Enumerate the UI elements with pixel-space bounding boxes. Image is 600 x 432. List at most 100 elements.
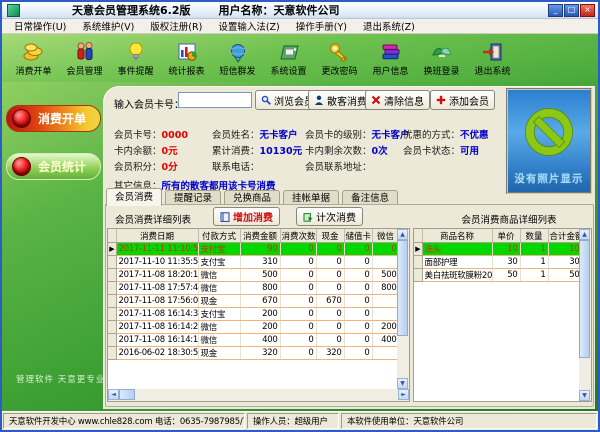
sidebar-button-billing[interactable]: 消费开单 [6, 105, 101, 132]
table-cell[interactable]: 50 [548, 269, 582, 282]
table-cell[interactable]: 0 [316, 243, 344, 256]
table-row[interactable]: ▶洗头10110 [414, 243, 582, 256]
toolbar-item-members[interactable]: 会员管理 [59, 34, 110, 84]
column-header[interactable]: 合计金额 [548, 229, 582, 243]
table-cell[interactable]: 0 [344, 334, 372, 347]
table-row[interactable]: 2016-06-02 18:30:58现金32003200 [108, 347, 399, 360]
table-cell[interactable]: 800 [372, 282, 399, 295]
table-cell[interactable]: 0 [316, 256, 344, 269]
table-cell[interactable]: 0 [280, 334, 316, 347]
column-header[interactable]: 商品名称 [422, 229, 492, 243]
table-cell[interactable]: 200 [372, 321, 399, 334]
table-cell[interactable]: 0 [280, 256, 316, 269]
column-header[interactable]: 消费金额 [240, 229, 280, 243]
table-cell[interactable]: 2017-11-08 17:56:07 [116, 295, 198, 308]
table-row[interactable]: 美白祛斑软膜粉20050150 [414, 269, 582, 282]
horizontal-scrollbar[interactable]: ◄ ► [108, 389, 409, 401]
table-row[interactable]: 2017-11-08 18:20:15微信500000500 [108, 269, 399, 282]
table-cell[interactable]: 2017-11-08 16:14:33 [116, 308, 198, 321]
table-row[interactable]: 2017-11-08 17:57:49微信800000800 [108, 282, 399, 295]
table-cell[interactable]: 0 [316, 282, 344, 295]
table-cell[interactable]: 0 [316, 334, 344, 347]
table-cell[interactable]: 美白祛斑软膜粉200 [422, 269, 492, 282]
scroll-up-arrow[interactable]: ▲ [397, 229, 408, 240]
table-cell[interactable]: 310 [240, 256, 280, 269]
table-cell[interactable]: 0 [316, 308, 344, 321]
table-cell[interactable]: 0 [344, 256, 372, 269]
table-cell[interactable]: 面部护理 [422, 256, 492, 269]
table-cell[interactable]: 2016-06-02 18:30:58 [116, 347, 198, 360]
tab-member-consumption[interactable]: 会员消费 [106, 188, 162, 206]
scrollbar-thumb[interactable] [119, 389, 135, 400]
toolbar-item-reminder[interactable]: 事件提醒 [110, 34, 161, 84]
add-member-button[interactable]: 添加会员 [430, 90, 495, 110]
table-cell[interactable]: 支付宝 [198, 308, 240, 321]
menu-daily-ops[interactable]: 日常操作(U) [6, 19, 74, 33]
scroll-down-arrow[interactable]: ▼ [397, 378, 408, 389]
scrollbar-thumb[interactable] [397, 240, 408, 336]
menu-exit[interactable]: 退出系统(Z) [355, 19, 423, 33]
scroll-right-arrow[interactable]: ► [398, 389, 409, 400]
column-header[interactable]: 数量 [520, 229, 548, 243]
table-cell[interactable]: 0 [280, 282, 316, 295]
column-header[interactable]: 消费日期 [116, 229, 198, 243]
toolbar-item-billing[interactable]: 消费开单 [8, 34, 59, 84]
toolbar-item-reports[interactable]: 统计报表 [161, 34, 212, 84]
table-cell[interactable]: 0 [344, 347, 372, 360]
table-cell[interactable]: 微信 [198, 269, 240, 282]
table-cell[interactable]: 200 [240, 321, 280, 334]
table-cell[interactable]: 30 [548, 256, 582, 269]
table-cell[interactable]: 2017-11-08 17:57:49 [116, 282, 198, 295]
table-cell[interactable]: 1 [520, 243, 548, 256]
table-cell[interactable]: 0 [344, 282, 372, 295]
table-cell[interactable]: 0 [280, 295, 316, 308]
table-row[interactable]: 2017-11-08 16:14:12微信400000400 [108, 334, 399, 347]
menu-manual[interactable]: 操作手册(Y) [288, 19, 355, 33]
table-cell[interactable]: 2017-11-08 16:14:24 [116, 321, 198, 334]
vertical-scrollbar[interactable]: ▲ ▼ [397, 229, 409, 389]
toolbar-item-settings[interactable]: 系统设置 [263, 34, 314, 84]
table-cell[interactable] [372, 347, 399, 360]
table-cell[interactable]: 670 [240, 295, 280, 308]
sidebar-button-member-stats[interactable]: 会员统计 [6, 153, 101, 180]
add-consumption-button[interactable]: 增加消费 [213, 207, 280, 226]
table-cell[interactable]: 0 [344, 295, 372, 308]
table-cell[interactable]: 200 [240, 308, 280, 321]
table-cell[interactable]: 670 [316, 295, 344, 308]
table-cell[interactable]: 2017-11-10 11:35:54 [116, 256, 198, 269]
table-row[interactable]: ▶2017-11-11 11:10:59支付宝900000 [108, 243, 399, 256]
table-cell[interactable]: 0 [316, 321, 344, 334]
toolbar-item-shift-login[interactable]: 换班登录 [416, 34, 467, 84]
table-cell[interactable]: 0 [280, 321, 316, 334]
column-header[interactable]: 储值卡 [344, 229, 372, 243]
table-cell[interactable]: 微信 [198, 334, 240, 347]
minimize-button[interactable]: _ [548, 4, 563, 17]
table-cell[interactable]: 30 [492, 256, 520, 269]
scrollbar-thumb[interactable] [579, 240, 590, 358]
column-header[interactable]: 付款方式 [198, 229, 240, 243]
table-cell[interactable]: 10 [548, 243, 582, 256]
table-row[interactable]: 2017-11-10 11:35:54支付宝310000 [108, 256, 399, 269]
card-number-input[interactable] [178, 92, 252, 108]
guest-consume-button[interactable]: 散客消费 [308, 90, 373, 110]
column-header[interactable]: 消费次数 [280, 229, 316, 243]
table-cell[interactable]: 320 [316, 347, 344, 360]
column-header[interactable]: 微信 [372, 229, 399, 243]
table-cell[interactable]: 90 [240, 243, 280, 256]
table-cell[interactable]: 800 [240, 282, 280, 295]
table-cell[interactable] [372, 308, 399, 321]
table-cell[interactable]: 2017-11-11 11:10:59 [116, 243, 198, 256]
table-cell[interactable]: 10 [492, 243, 520, 256]
table-cell[interactable]: 支付宝 [198, 243, 240, 256]
table-cell[interactable]: 0 [280, 243, 316, 256]
table-cell[interactable]: 400 [240, 334, 280, 347]
table-row[interactable]: 2017-11-08 16:14:24微信200000200 [108, 321, 399, 334]
count-consumption-button[interactable]: 计次消费 [296, 207, 363, 226]
toolbar-item-password[interactable]: 更改密码 [314, 34, 365, 84]
table-cell[interactable]: 500 [372, 269, 399, 282]
table-cell[interactable]: 0 [280, 269, 316, 282]
table-cell[interactable]: 微信 [198, 321, 240, 334]
table-cell[interactable]: 洗头 [422, 243, 492, 256]
table-row[interactable]: 2017-11-08 17:56:07现金67006700 [108, 295, 399, 308]
table-row[interactable]: 面部护理30130 [414, 256, 582, 269]
